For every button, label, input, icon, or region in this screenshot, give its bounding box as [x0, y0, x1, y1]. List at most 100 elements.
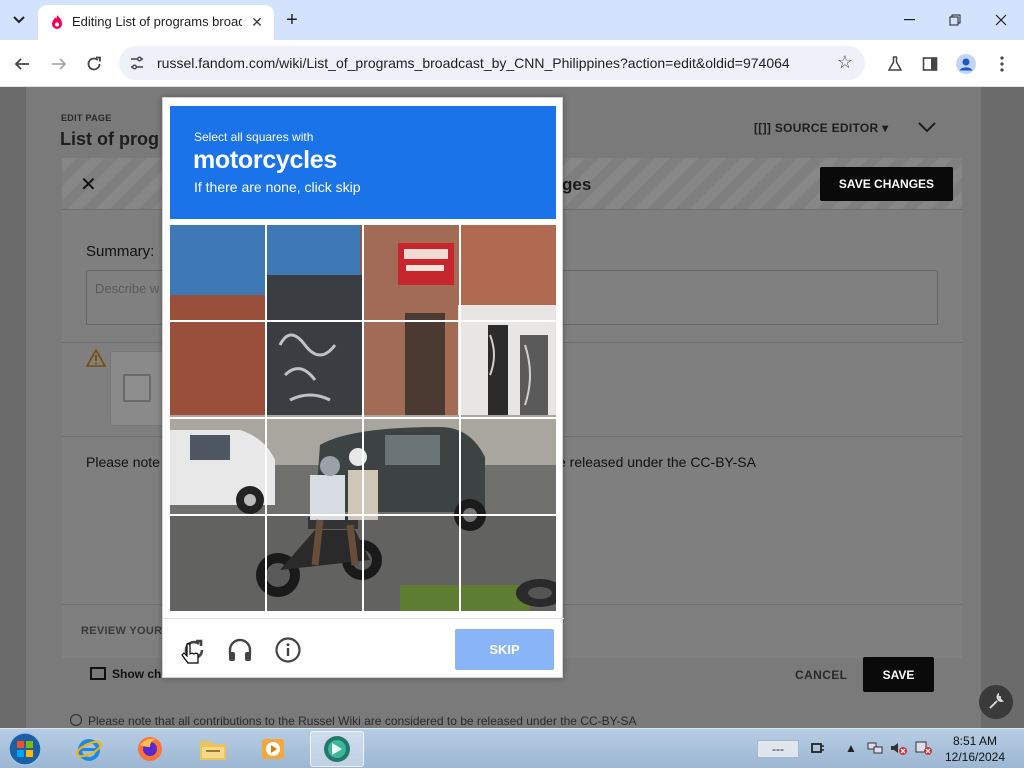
footer-license-text: Please note that all contributions to th… — [88, 714, 637, 728]
audio-challenge-button[interactable] — [225, 635, 255, 665]
minimize-button[interactable] — [889, 6, 929, 34]
summary-placeholder: Describe w — [95, 281, 160, 296]
challenge-footer-divider — [163, 618, 564, 619]
bookmark-star-icon[interactable]: ☆ — [837, 52, 853, 73]
profile-button[interactable] — [953, 51, 979, 77]
image-tile-10[interactable] — [267, 419, 362, 514]
language-indicator[interactable]: --- — [757, 740, 799, 758]
tab-search-button[interactable] — [6, 8, 32, 32]
close-icon — [995, 14, 1007, 26]
cancel-button[interactable]: CANCEL — [795, 668, 847, 682]
menu-button[interactable] — [989, 51, 1015, 77]
start-button[interactable] — [3, 730, 47, 768]
taskbar-internet-explorer[interactable] — [62, 731, 116, 767]
arrow-right-icon — [52, 58, 67, 70]
restore-icon — [949, 14, 961, 26]
skip-button[interactable]: SKIP — [455, 629, 554, 670]
minimize-icon — [903, 19, 915, 21]
address-bar[interactable]: russel.fandom.com/wiki/List_of_programs_… — [119, 46, 865, 80]
summary-label: Summary: — [86, 243, 155, 260]
fandom-logo-icon — [52, 15, 62, 29]
show-changes-button[interactable]: Show ch — [90, 667, 161, 681]
image-tile-8[interactable] — [461, 322, 556, 417]
recaptcha-checkbox[interactable] — [123, 374, 151, 402]
power-plug-icon[interactable] — [809, 739, 827, 757]
reload-icon — [87, 56, 101, 71]
edit-page-label: EDIT PAGE — [61, 113, 112, 123]
network-icon[interactable] — [866, 739, 884, 757]
image-tile-3[interactable] — [364, 225, 459, 320]
image-tile-14[interactable] — [267, 516, 362, 611]
browser-toolbar: russel.fandom.com/wiki/List_of_programs_… — [0, 40, 1024, 87]
folder-icon — [200, 741, 226, 760]
chevron-down-icon — [13, 16, 25, 24]
caret-down-icon: ▾ — [882, 121, 889, 135]
license-note-end: e released under the CC-BY-SA — [558, 454, 756, 470]
image-tile-2[interactable] — [267, 225, 362, 320]
image-tile-5[interactable] — [170, 322, 265, 417]
diff-icon — [90, 667, 106, 680]
show-hidden-icons-button[interactable]: ▲ — [842, 739, 860, 757]
clock-date[interactable]: 12/16/2024 — [940, 750, 1010, 764]
chevron-down-icon[interactable] — [918, 117, 936, 138]
browser-app-icon — [324, 736, 350, 762]
source-editor-dropdown[interactable]: [[]] SOURCE EDITOR ▾ — [754, 121, 888, 135]
action-center-icon[interactable] — [915, 739, 933, 757]
reload-button[interactable] — [81, 51, 107, 77]
taskbar-media-player[interactable] — [246, 731, 300, 767]
internet-explorer-icon — [76, 739, 102, 761]
image-tile-1[interactable] — [170, 225, 265, 320]
labs-button[interactable] — [882, 51, 908, 77]
kebab-menu-icon — [1000, 56, 1004, 72]
tools-button[interactable] — [979, 685, 1013, 719]
hand-cursor-icon — [181, 643, 199, 664]
back-button[interactable] — [9, 51, 35, 77]
save-button[interactable]: SAVE — [863, 657, 934, 692]
image-tile-12[interactable] — [461, 419, 556, 514]
image-tile-9[interactable] — [170, 419, 265, 514]
browser-tab[interactable]: Editing List of programs broadcast by CN… — [38, 5, 274, 40]
arrow-left-icon — [14, 58, 29, 70]
overlay-left — [0, 87, 26, 728]
windows-logo-icon — [8, 732, 42, 766]
flask-icon — [887, 56, 903, 71]
browser-tab-strip: Editing List of programs broadcast by CN… — [0, 0, 1024, 40]
image-tile-11[interactable] — [364, 419, 459, 514]
taskbar-file-explorer[interactable] — [186, 731, 240, 767]
image-tile-4[interactable] — [461, 225, 556, 320]
footer-license-note: Please note that all contributions to th… — [70, 714, 637, 728]
restore-button[interactable] — [935, 6, 975, 34]
recaptcha-challenge: Select all squares with motorcycles If t… — [162, 97, 564, 678]
save-changes-button[interactable]: SAVE CHANGES — [820, 167, 953, 201]
volume-muted-icon[interactable] — [890, 739, 908, 757]
side-panel-button[interactable] — [917, 51, 943, 77]
taskbar-chrome-app[interactable] — [310, 731, 364, 767]
close-window-button[interactable] — [981, 6, 1021, 34]
url-text: russel.fandom.com/wiki/List_of_programs_… — [157, 55, 790, 71]
image-tile-6[interactable] — [267, 322, 362, 417]
challenge-hint: If there are none, click skip — [194, 179, 361, 195]
image-tile-13[interactable] — [170, 516, 265, 611]
info-button[interactable] — [273, 635, 303, 665]
image-tile-16[interactable] — [461, 516, 556, 611]
review-changes-label: REVIEW YOUR — [81, 625, 163, 637]
clock-time[interactable]: 8:51 AM — [940, 734, 1010, 748]
new-tab-button[interactable]: + — [280, 8, 304, 32]
site-settings-icon[interactable] — [128, 54, 146, 72]
firefox-icon — [138, 737, 162, 761]
recaptcha-widget — [110, 351, 170, 426]
tab-title: Editing List of programs broadcast by CN… — [72, 14, 242, 29]
image-tile-15[interactable] — [364, 516, 459, 611]
image-tile-7[interactable] — [364, 322, 459, 417]
source-editor-label: [[]] SOURCE EDITOR — [754, 121, 879, 135]
media-player-icon — [262, 739, 284, 759]
taskbar: --- ▲ 8:51 AM 12/16/2024 — [0, 728, 1024, 768]
dialog-title: ges — [562, 175, 592, 194]
page-title: List of prog — [60, 129, 159, 149]
tab-close-button[interactable]: ✕ — [248, 13, 266, 31]
close-icon[interactable]: ✕ — [80, 172, 97, 197]
taskbar-firefox[interactable] — [123, 731, 177, 767]
forward-button[interactable] — [46, 51, 72, 77]
challenge-target: motorcycles — [193, 146, 337, 174]
overlay-right — [981, 87, 1024, 728]
